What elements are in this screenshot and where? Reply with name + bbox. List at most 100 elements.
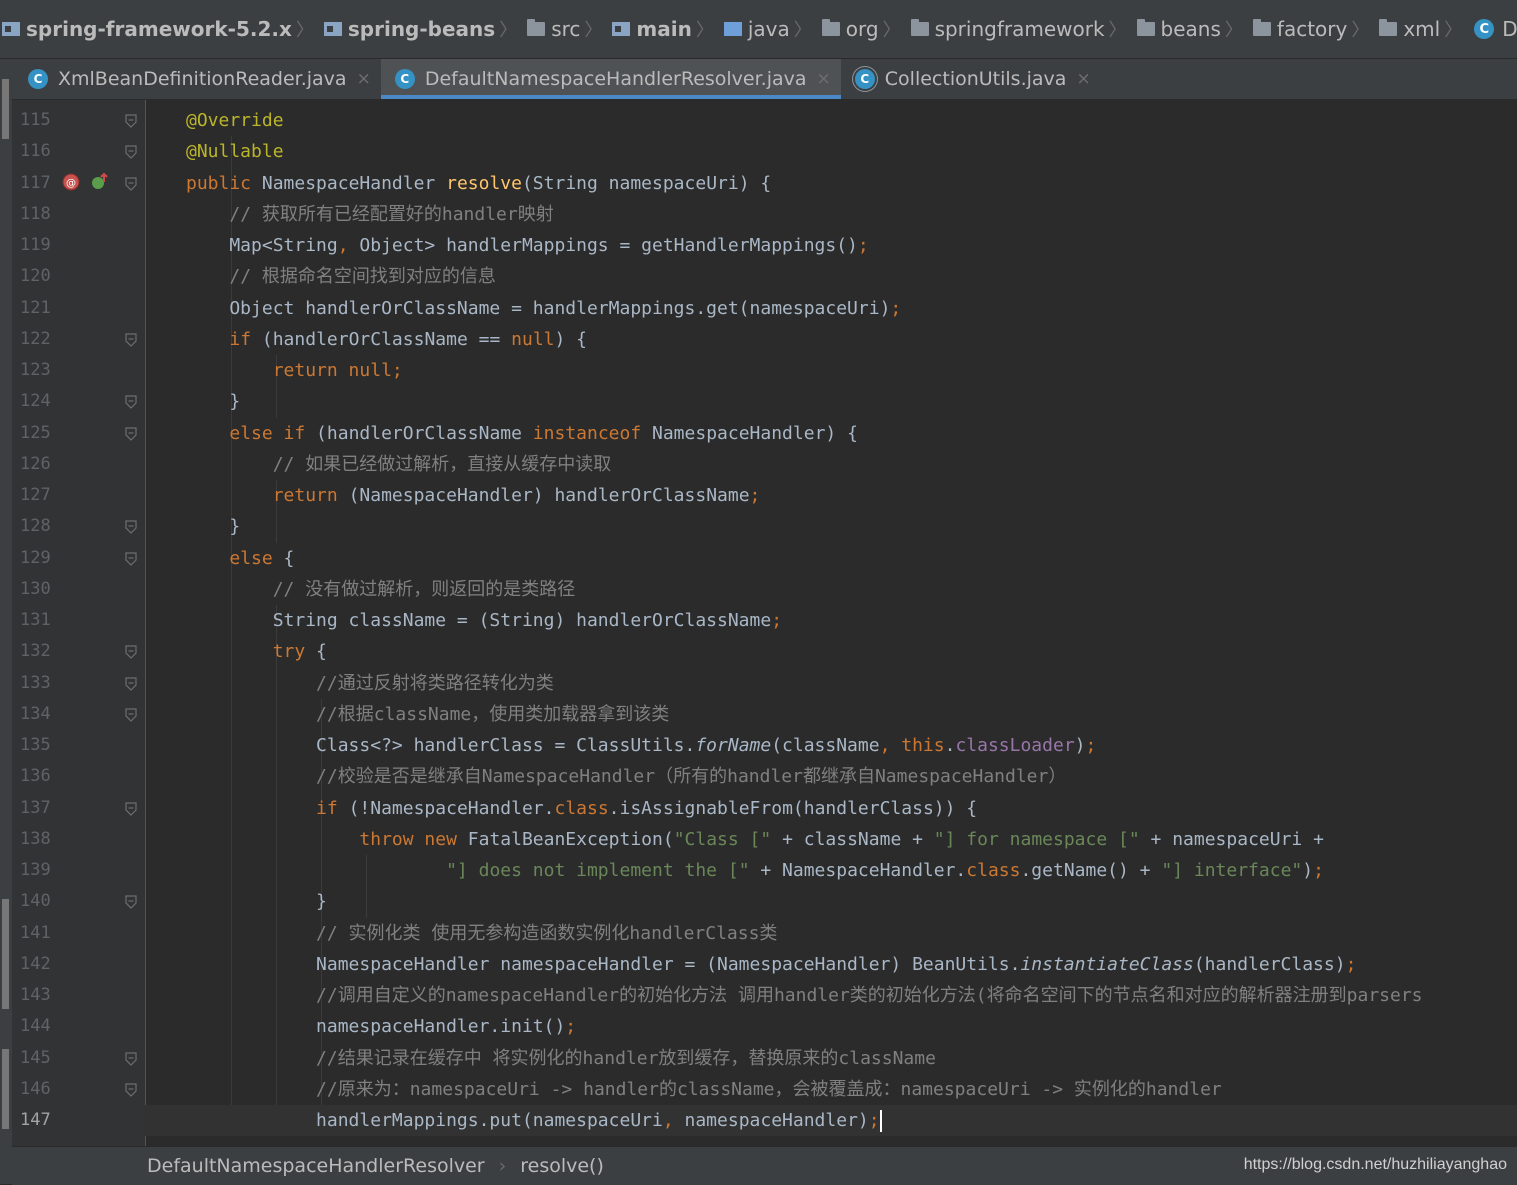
editor-tab[interactable]: C CollectionUtils.java ×: [841, 59, 1101, 99]
line-number[interactable]: 130: [20, 574, 62, 605]
editor-gutter[interactable]: 115 116 117 118 119 120 121 122 123 124 125 126 127 1…: [12, 100, 146, 1146]
code-line[interactable]: handlerMappings.put(namespaceUri, namesp…: [186, 1105, 882, 1136]
line-number[interactable]: 138: [20, 824, 62, 855]
line-number[interactable]: 122: [20, 324, 62, 355]
code-line[interactable]: // 没有做过解析，则返回的是类路径: [186, 574, 576, 605]
fold-marker-icon[interactable]: [125, 1083, 137, 1097]
structure-tool-tab[interactable]: [2, 899, 9, 1009]
line-number[interactable]: 125: [20, 418, 62, 449]
line-number[interactable]: 117: [20, 168, 62, 199]
editor-tab[interactable]: C DefaultNamespaceHandlerResolver.java ×: [380, 59, 841, 99]
code-line[interactable]: if (!NamespaceHandler.class.isAssignable…: [186, 793, 977, 824]
fold-marker-icon[interactable]: [125, 426, 137, 441]
code-line[interactable]: if (handlerOrClassName == null) {: [186, 324, 587, 355]
line-number[interactable]: 120: [20, 261, 62, 292]
fold-marker-icon[interactable]: [125, 176, 137, 191]
breadcrumb-item[interactable]: java 〉: [716, 16, 814, 42]
code-line[interactable]: //调用自定义的namespaceHandler的初始化方法 调用handler…: [186, 980, 1422, 1011]
line-number[interactable]: 136: [20, 761, 62, 792]
breadcrumb-item[interactable]: org 〉: [814, 16, 903, 42]
line-number[interactable]: 133: [20, 668, 62, 699]
breadcrumb-item[interactable]: C DefaultNamespaceHan: [1464, 17, 1517, 41]
code-line[interactable]: // 根据命名空间找到对应的信息: [186, 261, 496, 292]
breadcrumb-item[interactable]: beans 〉: [1129, 16, 1245, 42]
fold-marker-icon[interactable]: [125, 395, 137, 410]
line-number[interactable]: 121: [20, 293, 62, 324]
fold-marker-icon[interactable]: [125, 114, 137, 128]
code-line[interactable]: else {: [186, 543, 294, 574]
breadcrumb-item[interactable]: main 〉: [604, 16, 715, 42]
breakpoint-icon[interactable]: @: [61, 172, 81, 192]
close-icon[interactable]: ×: [1076, 69, 1090, 89]
breadcrumb-item[interactable]: xml 〉: [1371, 16, 1464, 42]
line-number[interactable]: 123: [20, 355, 62, 386]
footer-class-name[interactable]: DefaultNamespaceHandlerResolver: [147, 1155, 485, 1177]
code-line[interactable]: }: [186, 511, 240, 542]
implements-method-icon[interactable]: [90, 172, 110, 192]
breadcrumb-item[interactable]: spring-framework-5.2.x 〉: [0, 16, 316, 42]
line-number[interactable]: 147: [20, 1105, 62, 1136]
code-line[interactable]: @Override: [186, 105, 284, 136]
code-editor[interactable]: 115 116 117 118 119 120 121 122 123 124 125 126 127 1…: [12, 100, 1517, 1146]
line-number[interactable]: 139: [20, 855, 62, 886]
code-line[interactable]: }: [186, 386, 240, 417]
code-line[interactable]: Map<String, Object> handlerMappings = ge…: [186, 230, 868, 261]
code-line[interactable]: // 获取所有已经配置好的handler映射: [186, 199, 553, 230]
line-number[interactable]: 132: [20, 636, 62, 667]
line-number[interactable]: 124: [20, 386, 62, 417]
line-number[interactable]: 127: [20, 480, 62, 511]
code-line[interactable]: NamespaceHandler namespaceHandler = (Nam…: [186, 949, 1356, 980]
line-number[interactable]: 145: [20, 1043, 62, 1074]
favorites-tool-tab[interactable]: [2, 1049, 9, 1129]
line-number[interactable]: 142: [20, 949, 62, 980]
code-line[interactable]: String className = (String) handlerOrCla…: [186, 605, 782, 636]
fold-marker-icon[interactable]: [125, 520, 137, 535]
line-number[interactable]: 137: [20, 793, 62, 824]
code-line[interactable]: try {: [186, 636, 327, 667]
editor-tab[interactable]: C XmlBeanDefinitionReader.java ×: [12, 59, 381, 99]
code-line[interactable]: // 如果已经做过解析，直接从缓存中读取: [186, 449, 612, 480]
line-number[interactable]: 144: [20, 1011, 62, 1042]
code-line[interactable]: else if (handlerOrClassName instanceof N…: [186, 418, 858, 449]
line-number[interactable]: 131: [20, 605, 62, 636]
line-number[interactable]: 134: [20, 699, 62, 730]
code-line[interactable]: return null;: [186, 355, 403, 386]
code-line[interactable]: @Nullable: [186, 136, 284, 167]
breadcrumb-item[interactable]: factory 〉: [1245, 16, 1371, 42]
fold-marker-icon[interactable]: [125, 145, 137, 160]
project-tool-tab[interactable]: [2, 79, 9, 139]
fold-marker-icon[interactable]: [125, 333, 137, 347]
line-number[interactable]: 126: [20, 449, 62, 480]
fold-marker-icon[interactable]: [125, 676, 137, 691]
line-number[interactable]: 118: [20, 199, 62, 230]
code-line[interactable]: throw new FatalBeanException("Class [" +…: [186, 824, 1324, 855]
line-number[interactable]: 115: [20, 105, 62, 136]
line-number[interactable]: 119: [20, 230, 62, 261]
code-line[interactable]: "] does not implement the [" + Namespace…: [186, 855, 1324, 886]
line-number[interactable]: 116: [20, 136, 62, 167]
code-line[interactable]: //结果记录在缓存中 将实例化的handler放到缓存，替换原来的classNa…: [186, 1043, 936, 1074]
line-number[interactable]: 140: [20, 886, 62, 917]
code-line[interactable]: //校验是否是继承自NamespaceHandler（所有的handler都继承…: [186, 761, 1066, 792]
fold-marker-icon[interactable]: [125, 1051, 137, 1066]
code-line[interactable]: Class<?> handlerClass = ClassUtils.forNa…: [186, 730, 1096, 761]
fold-marker-icon[interactable]: [125, 708, 137, 722]
fold-marker-icon[interactable]: [125, 801, 137, 816]
line-number[interactable]: 141: [20, 918, 62, 949]
line-number[interactable]: 128: [20, 511, 62, 542]
line-number[interactable]: 143: [20, 980, 62, 1011]
code-line[interactable]: //通过反射将类路径转化为类: [186, 668, 554, 699]
code-line[interactable]: //原来为：namespaceUri -> handler的className，…: [186, 1074, 1222, 1105]
line-number[interactable]: 135: [20, 730, 62, 761]
fold-marker-icon[interactable]: [125, 645, 137, 660]
fold-marker-icon[interactable]: [125, 551, 137, 566]
breadcrumb-item[interactable]: spring-beans 〉: [316, 16, 519, 42]
code-line[interactable]: return (NamespaceHandler) handlerOrClass…: [186, 480, 761, 511]
close-icon[interactable]: ×: [817, 69, 831, 89]
code-line[interactable]: //根据className，使用类加载器拿到该类: [186, 699, 669, 730]
fold-marker-icon[interactable]: [125, 895, 137, 910]
code-line[interactable]: namespaceHandler.init();: [186, 1011, 576, 1042]
line-number[interactable]: 129: [20, 543, 62, 574]
code-line[interactable]: Object handlerOrClassName = handlerMappi…: [186, 293, 901, 324]
code-line[interactable]: public NamespaceHandler resolve(String n…: [186, 168, 771, 199]
